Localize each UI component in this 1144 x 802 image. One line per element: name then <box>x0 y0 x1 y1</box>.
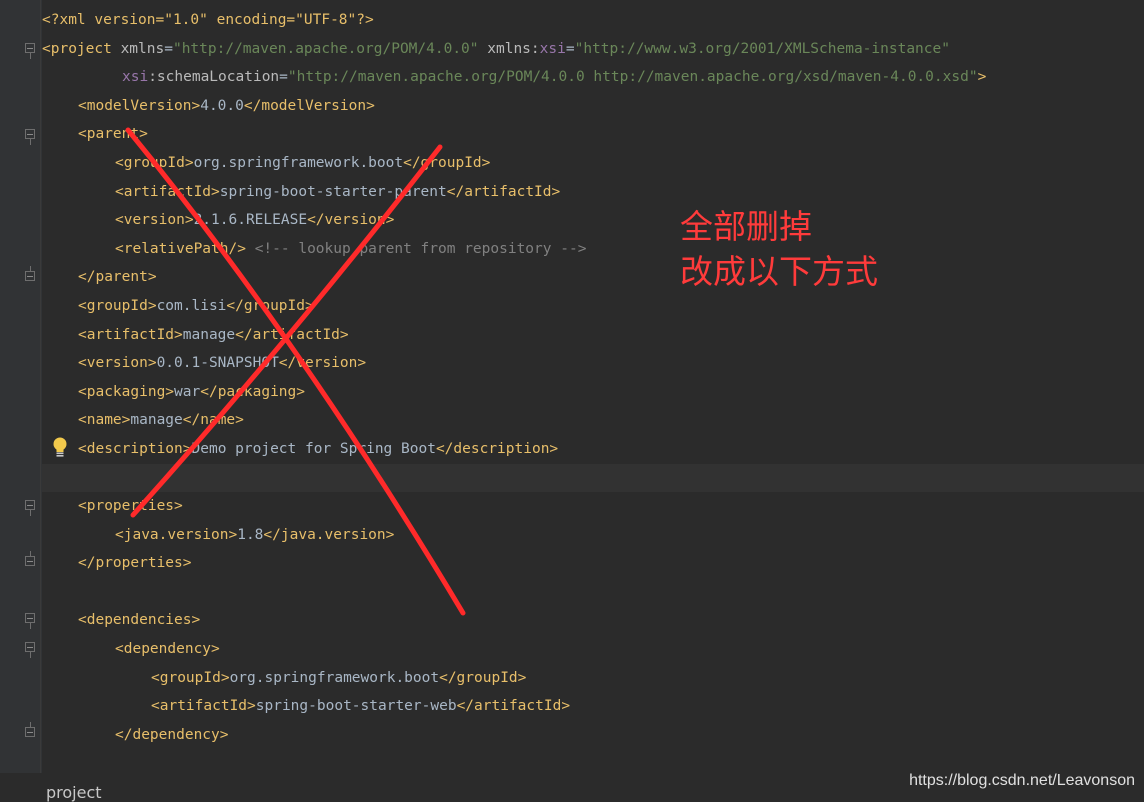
annotation-line-2: 改成以下方式 <box>680 252 878 291</box>
annotation-line-1: 全部删掉 <box>680 207 812 246</box>
breadcrumb[interactable]: project <box>46 783 102 802</box>
watermark: https://blog.csdn.net/Leavonson <box>909 772 1135 789</box>
handwritten-annotation: 全部删掉 改成以下方式 <box>680 204 878 294</box>
cross-out-mark <box>125 127 466 616</box>
